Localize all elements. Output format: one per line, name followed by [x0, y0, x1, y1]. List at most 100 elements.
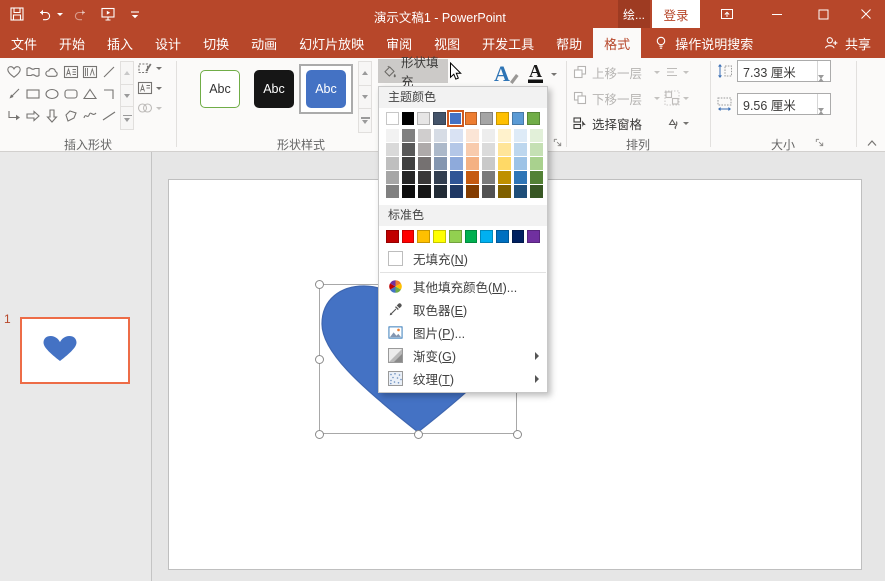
theme-variant-swatch[interactable]: [434, 185, 447, 198]
standard-color-swatch[interactable]: [449, 230, 462, 243]
theme-color-swatch[interactable]: [512, 112, 525, 125]
shape-style-thumb-3[interactable]: Abc: [306, 70, 346, 108]
elbow-arrow-shape-icon[interactable]: [4, 105, 23, 127]
shape-width-value[interactable]: 9.56 厘米: [738, 95, 817, 114]
theme-variant-swatch[interactable]: [498, 185, 511, 198]
theme-variant-swatch[interactable]: [386, 185, 399, 198]
theme-variant-swatch[interactable]: [418, 129, 431, 142]
gallery-scroll-down-icon[interactable]: [121, 85, 133, 108]
standard-color-swatch[interactable]: [465, 230, 478, 243]
text-outline-button[interactable]: A: [526, 60, 557, 86]
standard-color-swatch[interactable]: [527, 230, 540, 243]
sign-in-button[interactable]: 登录: [652, 0, 700, 28]
tab-幻灯片放映[interactable]: 幻灯片放映: [288, 28, 375, 58]
theme-variant-swatch[interactable]: [530, 171, 543, 184]
shape-style-thumb-2[interactable]: Abc: [254, 70, 294, 108]
theme-color-swatch[interactable]: [465, 112, 478, 125]
standard-color-swatch[interactable]: [417, 230, 430, 243]
tab-格式[interactable]: 格式: [593, 28, 641, 58]
theme-variant-swatch[interactable]: [530, 143, 543, 156]
tab-设计[interactable]: 设计: [144, 28, 192, 58]
edit-shape-button[interactable]: [137, 60, 162, 76]
theme-color-swatch[interactable]: [449, 112, 462, 125]
theme-variant-swatch[interactable]: [418, 171, 431, 184]
shape-height-value[interactable]: 7.33 厘米: [738, 62, 817, 81]
theme-variant-swatch[interactable]: [450, 171, 463, 184]
close-button[interactable]: [851, 0, 881, 28]
arrow-line-shape-icon[interactable]: [4, 83, 23, 105]
ribbon-display-options-button[interactable]: [712, 0, 742, 28]
text-outline-dropdown-icon[interactable]: [551, 73, 557, 76]
elbow-shape-icon[interactable]: [99, 83, 118, 105]
theme-variant-swatch[interactable]: [418, 185, 431, 198]
standard-color-swatch[interactable]: [512, 230, 525, 243]
styles-scroll-up-icon[interactable]: [359, 62, 371, 86]
block-arrow-down-shape-icon[interactable]: [42, 105, 61, 127]
standard-color-swatch[interactable]: [496, 230, 509, 243]
theme-variant-swatch[interactable]: [386, 171, 399, 184]
dropdown-icon[interactable]: [156, 87, 162, 90]
wordart-dialog-launcher-icon[interactable]: [552, 137, 564, 149]
spin-down-icon[interactable]: [818, 108, 824, 129]
rounded-rectangle-shape-icon[interactable]: [61, 83, 80, 105]
styles-more-icon[interactable]: [359, 109, 371, 132]
tell-me-box[interactable]: 操作说明搜索: [643, 28, 763, 58]
theme-variant-swatch[interactable]: [402, 143, 415, 156]
redo-button[interactable]: [72, 5, 90, 23]
dropdown-icon[interactable]: [156, 67, 162, 70]
theme-color-swatch[interactable]: [386, 112, 399, 125]
selection-handle[interactable]: [414, 430, 423, 439]
theme-variant-swatch[interactable]: [514, 143, 527, 156]
theme-variant-swatch[interactable]: [482, 171, 495, 184]
theme-variant-swatch[interactable]: [402, 185, 415, 198]
menu-item-picture[interactable]: 图片(P)...: [379, 321, 547, 344]
theme-variant-swatch[interactable]: [482, 143, 495, 156]
standard-color-swatch[interactable]: [402, 230, 415, 243]
menu-item-gradient[interactable]: 渐变(G): [379, 344, 547, 367]
shape-gallery-scrollbar[interactable]: [120, 61, 134, 130]
theme-variant-swatch[interactable]: [498, 129, 511, 142]
tab-开始[interactable]: 开始: [48, 28, 96, 58]
size-dialog-launcher-icon[interactable]: [814, 137, 826, 149]
menu-item-no-fill[interactable]: 无填充(N): [379, 247, 547, 270]
tab-插入[interactable]: 插入: [96, 28, 144, 58]
maximize-button[interactable]: [808, 0, 838, 28]
theme-variant-swatch[interactable]: [514, 129, 527, 142]
theme-variant-swatch[interactable]: [434, 143, 447, 156]
rectangle-shape-icon[interactable]: [23, 83, 42, 105]
theme-variant-swatch[interactable]: [466, 129, 479, 142]
theme-variant-swatch[interactable]: [386, 129, 399, 142]
theme-variant-swatch[interactable]: [402, 157, 415, 170]
theme-variant-swatch[interactable]: [402, 171, 415, 184]
theme-variant-swatch[interactable]: [514, 185, 527, 198]
selected-style-frame[interactable]: Abc: [299, 64, 353, 114]
theme-color-swatch[interactable]: [527, 112, 540, 125]
theme-variant-swatch[interactable]: [450, 129, 463, 142]
theme-variant-swatch[interactable]: [450, 157, 463, 170]
text-box-shape-icon[interactable]: [61, 61, 80, 83]
theme-color-swatch[interactable]: [496, 112, 509, 125]
selection-handle[interactable]: [315, 355, 324, 364]
menu-item-color-wheel[interactable]: 其他填充颜色(M)...: [379, 275, 547, 298]
theme-variant-swatch[interactable]: [498, 143, 511, 156]
selection-pane-button[interactable]: 选择窗格: [572, 113, 660, 133]
theme-variant-swatch[interactable]: [434, 171, 447, 184]
height-spinner[interactable]: [817, 61, 830, 81]
standard-color-swatch[interactable]: [480, 230, 493, 243]
shape-style-thumb-1[interactable]: Abc: [200, 70, 240, 108]
theme-variant-swatch[interactable]: [482, 157, 495, 170]
theme-variant-swatch[interactable]: [386, 157, 399, 170]
customize-qat-button[interactable]: [126, 5, 144, 23]
tab-动画[interactable]: 动画: [240, 28, 288, 58]
theme-variant-swatch[interactable]: [450, 185, 463, 198]
tab-切换[interactable]: 切换: [192, 28, 240, 58]
theme-color-swatch[interactable]: [402, 112, 415, 125]
selection-handle[interactable]: [315, 280, 324, 289]
theme-variant-swatch[interactable]: [418, 143, 431, 156]
rotate-button[interactable]: [664, 113, 689, 133]
undo-button[interactable]: [35, 5, 53, 23]
shape-height-field[interactable]: 7.33 厘米: [737, 60, 831, 82]
theme-variant-swatch[interactable]: [530, 185, 543, 198]
triangle-shape-icon[interactable]: [80, 83, 99, 105]
theme-variant-swatch[interactable]: [466, 157, 479, 170]
